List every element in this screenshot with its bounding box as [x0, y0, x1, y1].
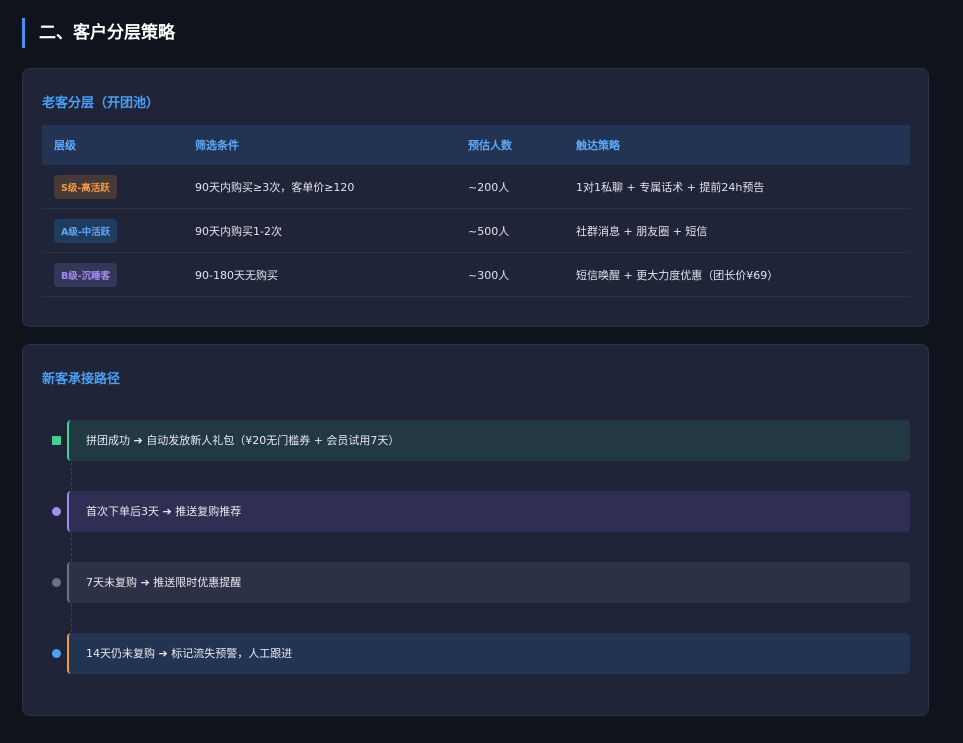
table-row: S级-高活跃 90天内购买≥3次，客单价≥120 ~200人 1对1私聊 + 专… — [42, 165, 910, 209]
old-customer-card: 老客分层（开团池） 层级 筛选条件 预估人数 触达策略 S级-高活跃 90天内购… — [22, 68, 929, 327]
condition-cell: 90天内购买≥3次，客单价≥120 — [183, 165, 456, 209]
condition-cell: 90天内购买1-2次 — [183, 208, 456, 253]
level-cell: A级-中活跃 — [42, 208, 183, 253]
header-condition: 筛选条件 — [183, 125, 456, 165]
level-badge-s: S级-高活跃 — [54, 174, 117, 199]
timeline-step: 7天未复购 ➔ 推送限时优惠提醒 — [67, 562, 910, 603]
header-level: 层级 — [42, 125, 183, 165]
strategy-cell: 短信唤醒 + 更大力度优惠（团长价¥69） — [564, 252, 910, 297]
count-cell: ~500人 — [456, 208, 564, 253]
strategy-cell: 社群消息 + 朋友圈 + 短信 — [564, 208, 910, 253]
segmentation-table: 层级 筛选条件 预估人数 触达策略 S级-高活跃 90天内购买≥3次，客单价≥1… — [42, 125, 910, 297]
condition-cell: 90-180天无购买 — [183, 252, 456, 297]
section-title: 二、客户分层策略 — [22, 18, 175, 48]
level-cell: S级-高活跃 — [42, 165, 183, 209]
count-cell: ~200人 — [456, 165, 564, 209]
header-strategy: 触达策略 — [564, 125, 910, 165]
strategy-cell: 1对1私聊 + 专属话术 + 提前24h预告 — [564, 165, 910, 209]
old-customer-title: 老客分层（开团池） — [42, 96, 160, 111]
table-row: B级-沉睡客 90-180天无购买 ~300人 短信唤醒 + 更大力度优惠（团长… — [42, 252, 910, 297]
step-marker-icon — [52, 578, 61, 587]
level-cell: B级-沉睡客 — [42, 252, 183, 297]
timeline-connector — [71, 447, 72, 657]
table-header-row: 层级 筛选条件 预估人数 触达策略 — [42, 125, 910, 165]
step-marker-icon — [52, 507, 61, 516]
timeline-step: 14天仍未复购 ➔ 标记流失预警，人工跟进 — [67, 633, 910, 674]
header-count: 预估人数 — [456, 125, 564, 165]
timeline-step: 拼团成功 ➔ 自动发放新人礼包（¥20无门槛券 + 会员试用7天） — [67, 420, 910, 461]
new-customer-card: 新客承接路径 拼团成功 ➔ 自动发放新人礼包（¥20无门槛券 + 会员试用7天）… — [22, 344, 929, 716]
level-badge-b: B级-沉睡客 — [54, 262, 118, 287]
count-cell: ~300人 — [456, 252, 564, 297]
onboarding-timeline: 拼团成功 ➔ 自动发放新人礼包（¥20无门槛券 + 会员试用7天） 首次下单后3… — [23, 345, 928, 715]
timeline-step: 首次下单后3天 ➔ 推送复购推荐 — [67, 491, 910, 532]
step-marker-icon — [52, 649, 61, 658]
step-marker-icon — [52, 436, 61, 445]
level-badge-a: A级-中活跃 — [54, 218, 118, 243]
page: 二、客户分层策略 老客分层（开团池） 层级 筛选条件 预估人数 触达策略 S级-… — [0, 0, 963, 743]
table-row: A级-中活跃 90天内购买1-2次 ~500人 社群消息 + 朋友圈 + 短信 — [42, 208, 910, 253]
